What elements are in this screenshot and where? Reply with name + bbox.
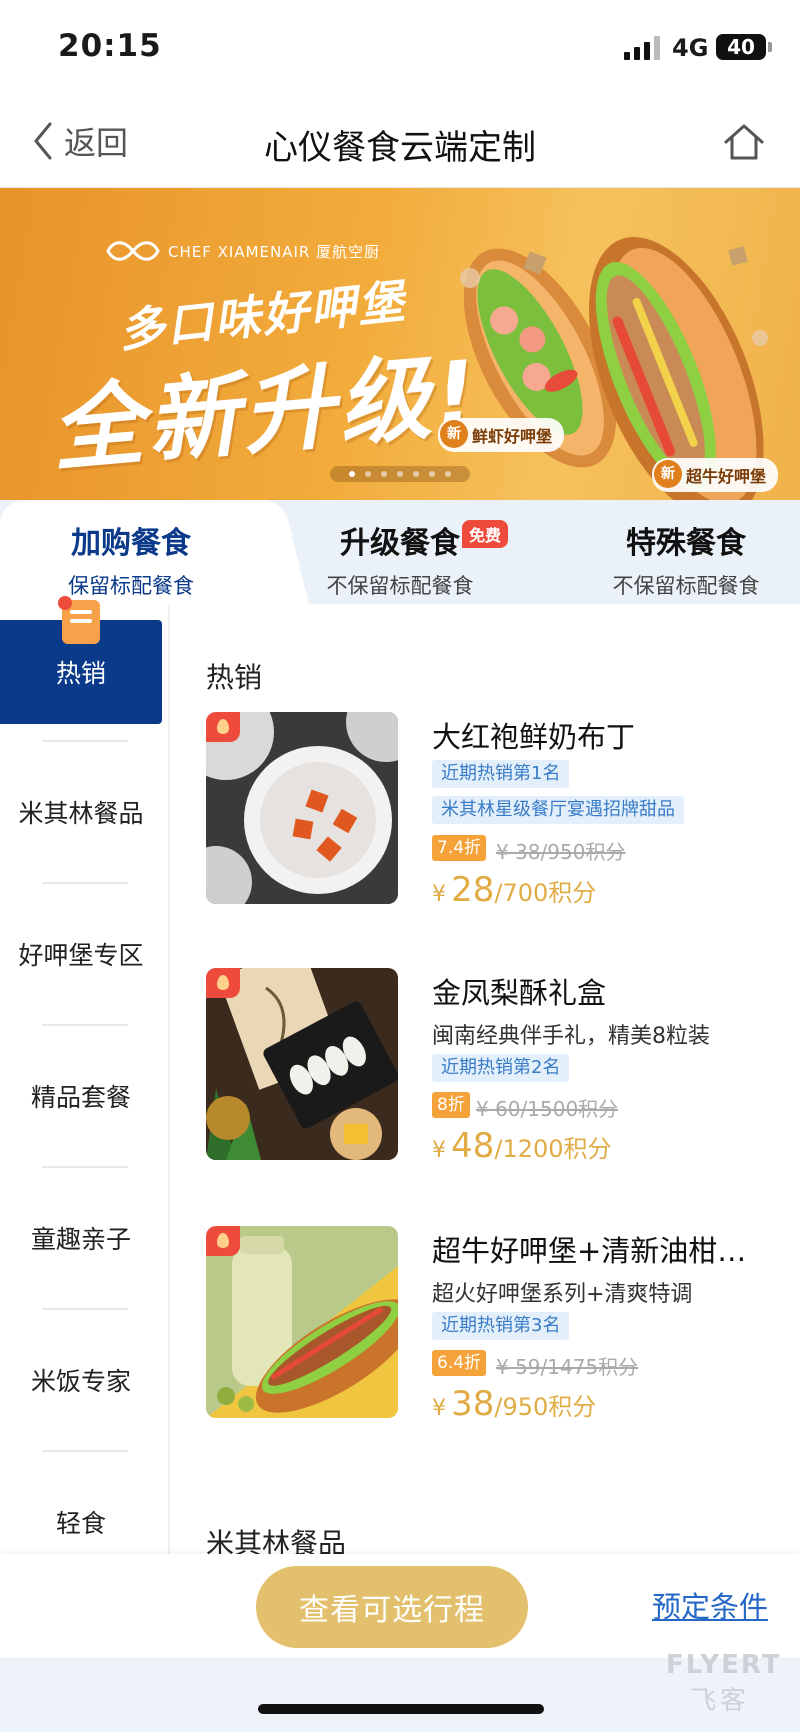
price-points: /700积分: [494, 879, 597, 907]
banner-tag-shrimp-label: 鲜虾好呷堡: [472, 427, 553, 446]
sidebar-item-set-meals[interactable]: 精品套餐: [0, 1026, 162, 1166]
product-name: 超牛好呷堡+清新油柑…: [432, 1234, 747, 1268]
tab-subtitle: 保留标配餐食: [68, 574, 194, 598]
bottom-action-bar: 查看可选行程 预定条件: [0, 1554, 800, 1658]
product-description: 超火好呷堡系列+清爽特调: [432, 1282, 693, 1307]
product-card[interactable]: 超牛好呷堡+清新油柑… 超火好呷堡系列+清爽特调 近期热销第3名 6.4折 ¥ …: [206, 1226, 786, 1424]
carousel-dot[interactable]: [429, 471, 435, 477]
product-tag: 近期热销第2名: [432, 1054, 570, 1082]
product-image-pudding: [206, 712, 398, 904]
product-card[interactable]: 金凤梨酥礼盒 闽南经典伴手礼，精美8粒装 近期热销第2名 8折 ¥ 60/150…: [206, 968, 786, 1166]
section-title-michelin: 米其林餐品: [206, 1527, 347, 1554]
carousel-dot[interactable]: [413, 471, 419, 477]
hot-flame-icon: [206, 712, 240, 742]
sidebar-item-burger-zone[interactable]: 好呷堡专区: [0, 884, 162, 1024]
original-price: ¥ 60/1500积分: [476, 1097, 619, 1121]
sidebar-item-label: 精品套餐: [30, 1083, 131, 1112]
original-price: ¥ 38/950积分: [496, 840, 626, 864]
price-points: /1200积分: [494, 1135, 612, 1163]
carousel-dot[interactable]: [445, 471, 451, 477]
product-list: 热销 大红袍鲜奶布丁 近期热销第1名 米其林星级餐厅宴遇招牌甜品 7.4折 ¥ …: [170, 604, 800, 1554]
new-badge: 新: [440, 420, 468, 448]
banner-headline-large: 全新升级!: [46, 340, 485, 485]
product-image-burger-drink: [206, 1226, 398, 1418]
meal-type-tabs: 加购餐食 保留标配餐食 升级餐食 不保留标配餐食 免费 特殊餐食 不保留标配餐食: [0, 500, 800, 604]
airline-logo-icon: [106, 241, 160, 261]
tab-title: 特殊餐食: [626, 526, 746, 561]
tab-subtitle: 不保留标配餐食: [326, 574, 474, 598]
hot-flame-icon: [206, 1226, 240, 1256]
discount-badge: 6.4折: [432, 1350, 487, 1376]
home-icon: [724, 124, 764, 160]
original-price: ¥ 59/1475积分: [496, 1355, 639, 1379]
home-button[interactable]: [722, 120, 766, 164]
product-description: 闽南经典伴手礼，精美8粒装: [432, 1024, 710, 1049]
currency-symbol: ¥: [432, 882, 446, 907]
category-sidebar: 热销 米其林餐品 好呷堡专区 精品套餐 童趣亲子 米饭专家 轻食: [0, 596, 170, 1554]
price-value: 38: [451, 1384, 495, 1424]
product-name: 大红袍鲜奶布丁: [432, 720, 636, 754]
sidebar-item-label: 米其林餐品: [18, 799, 144, 828]
currency-symbol: ¥: [432, 1138, 446, 1163]
currency-symbol: ¥: [432, 1396, 446, 1421]
banner-tag-beef-label: 超牛好呷堡: [686, 467, 767, 486]
sidebar-item-hot[interactable]: 热销: [0, 596, 162, 724]
battery-icon: 40: [716, 34, 766, 60]
view-itinerary-button[interactable]: 查看可选行程: [256, 1566, 528, 1648]
sidebar-item-kids[interactable]: 童趣亲子: [0, 1168, 162, 1308]
page-title: 心仪餐食云端定制: [264, 128, 536, 168]
hot-menu-icon: [58, 596, 100, 644]
promo-banner[interactable]: CHEF XIAMENAIR 厦航空厨 多口味好呷堡 全新升级! 新 鲜虾好呷堡…: [0, 188, 800, 508]
carousel-dot[interactable]: [381, 471, 387, 477]
sidebar-item-label: 童趣亲子: [30, 1225, 131, 1254]
tab-add-on-meal[interactable]: 加购餐食 保留标配餐食: [0, 500, 262, 604]
banner-brand: CHEF XIAMENAIR 厦航空厨: [104, 238, 380, 264]
section-title-hot: 热销: [206, 661, 263, 694]
discount-badge: 8折: [432, 1092, 470, 1118]
nav-bar: 返回 心仪餐食云端定制: [0, 96, 800, 188]
new-badge: 新: [654, 460, 682, 488]
carousel-indicator[interactable]: [330, 466, 470, 482]
signal-icon: [624, 36, 664, 60]
banner-tag-beef: 新 超牛好呷堡: [652, 458, 779, 492]
hot-flame-icon: [206, 968, 240, 998]
free-badge: 免费: [462, 520, 509, 548]
carousel-dot[interactable]: [365, 471, 371, 477]
watermark-sub: 飞客: [690, 1686, 751, 1716]
network-type: 4G: [672, 34, 709, 62]
sidebar-item-label: 轻食: [55, 1509, 106, 1538]
sidebar-item-michelin[interactable]: 米其林餐品: [0, 742, 162, 882]
tab-subtitle: 不保留标配餐食: [612, 574, 760, 598]
carousel-dot[interactable]: [397, 471, 403, 477]
watermark-logo: FLYERT: [666, 1650, 782, 1680]
product-tag: 近期热销第3名: [432, 1312, 570, 1340]
booking-conditions-link[interactable]: 预定条件: [652, 1584, 768, 1626]
tab-special-meal[interactable]: 特殊餐食 不保留标配餐食: [576, 500, 796, 604]
battery-cap: [768, 42, 772, 52]
banner-tag-shrimp: 新 鲜虾好呷堡: [438, 418, 565, 452]
banner-brand-text: CHEF XIAMENAIR 厦航空厨: [168, 242, 381, 261]
current-price: ¥ 48/1200积分: [432, 1126, 612, 1166]
discount-badge: 7.4折: [432, 835, 487, 861]
sidebar-item-label: 好呷堡专区: [18, 941, 144, 970]
current-price: ¥ 28/700积分: [432, 870, 596, 910]
product-tag: 米其林星级餐厅宴遇招牌甜品: [432, 796, 684, 824]
home-indicator[interactable]: [258, 1704, 544, 1714]
status-time: 20:15: [58, 28, 162, 64]
tab-title: 加购餐食: [71, 526, 191, 561]
product-image-pineapple-cake: [206, 968, 398, 1160]
product-name: 金凤梨酥礼盒: [432, 976, 607, 1010]
sidebar-item-label: 热销: [55, 659, 106, 688]
current-price: ¥ 38/950积分: [432, 1384, 596, 1424]
price-points: /950积分: [494, 1393, 597, 1421]
price-value: 48: [451, 1126, 495, 1166]
product-card[interactable]: 大红袍鲜奶布丁 近期热销第1名 米其林星级餐厅宴遇招牌甜品 7.4折 ¥ 38/…: [206, 712, 786, 910]
status-bar: 20:15 4G 40: [0, 0, 800, 96]
carousel-dot[interactable]: [349, 471, 355, 477]
tab-upgrade-meal[interactable]: 升级餐食 不保留标配餐食: [290, 500, 510, 604]
price-value: 28: [451, 870, 495, 910]
sidebar-item-rice[interactable]: 米饭专家: [0, 1310, 162, 1450]
sidebar-item-label: 米饭专家: [30, 1367, 131, 1396]
product-tag: 近期热销第1名: [432, 760, 570, 788]
